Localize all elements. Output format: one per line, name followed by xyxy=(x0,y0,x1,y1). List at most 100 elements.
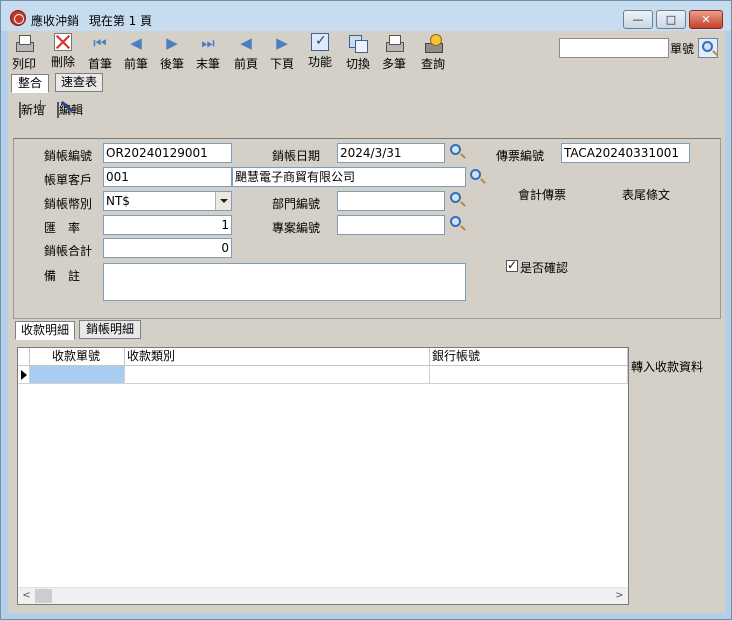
currency-label: 銷帳幣別 xyxy=(44,197,93,211)
next-page-label: 下頁 xyxy=(270,57,295,71)
customer-label: 帳單客戶 xyxy=(44,173,93,187)
edit-button[interactable]: 編輯 xyxy=(57,101,83,118)
column-header-bank-account[interactable]: 銀行帳號 xyxy=(430,348,628,366)
prev-page-button[interactable]: ◀ 前頁 xyxy=(234,33,258,72)
exchange-rate-label: 匯 率 xyxy=(44,221,81,235)
customer-lookup-icon[interactable] xyxy=(470,169,481,180)
prev-page-label: 前頁 xyxy=(234,57,259,71)
page-indicator: 現在第 1 頁 xyxy=(88,14,153,28)
writeoff-date-field[interactable]: 2024/3/31 xyxy=(337,143,445,163)
query-button[interactable]: 查詢 xyxy=(421,33,445,72)
date-lookup-icon[interactable] xyxy=(450,144,461,155)
voucher-no-field[interactable]: TACA20240331001 xyxy=(561,143,690,163)
next-page-button[interactable]: ▶ 下頁 xyxy=(270,33,294,72)
query-icon xyxy=(423,33,443,53)
switch-icon xyxy=(348,33,368,53)
print-label: 列印 xyxy=(12,57,37,71)
function-icon xyxy=(311,33,329,51)
last-record-icon: ⏭ xyxy=(201,34,215,52)
minimize-button[interactable]: — xyxy=(623,10,653,29)
delete-label: 刪除 xyxy=(51,55,76,69)
search-label: 單號 xyxy=(670,42,695,56)
first-record-icon: ⏮ xyxy=(93,34,107,52)
current-row-icon xyxy=(21,370,27,380)
accounting-voucher-link[interactable]: 會計傳票 xyxy=(518,186,566,203)
last-record-label: 末筆 xyxy=(196,57,221,71)
customer-code-field[interactable]: 001 xyxy=(103,167,232,187)
grid-cell-bank-account[interactable] xyxy=(430,366,628,384)
department-label: 部門編號 xyxy=(272,197,321,211)
delete-icon xyxy=(54,33,72,51)
chevron-down-icon[interactable] xyxy=(215,192,231,210)
close-button[interactable]: ✕ xyxy=(689,10,723,29)
project-lookup-icon[interactable] xyxy=(450,216,461,227)
currency-select[interactable]: NT$ xyxy=(103,191,232,211)
writeoff-no-field[interactable]: OR20240129001 xyxy=(103,143,232,163)
next-record-button[interactable]: ▶ 後筆 xyxy=(160,33,184,72)
scroll-left-icon[interactable]: < xyxy=(18,588,35,604)
tab-receipt-details[interactable]: 收款明細 xyxy=(15,321,75,340)
footer-text-link[interactable]: 表尾條文 xyxy=(622,186,670,203)
prev-page-icon: ◀ xyxy=(240,34,252,52)
multi-record-icon xyxy=(384,33,404,53)
scroll-thumb[interactable] xyxy=(35,589,52,603)
scroll-right-icon[interactable]: > xyxy=(611,588,628,604)
function-label: 功能 xyxy=(308,55,333,69)
memo-field[interactable] xyxy=(103,263,466,301)
multi-record-label: 多筆 xyxy=(382,57,407,71)
receipt-grid[interactable]: 收款單號 收款類別 銀行帳號 < > xyxy=(17,347,629,605)
voucher-no-label: 傳票編號 xyxy=(496,149,545,163)
import-receipts-button[interactable]: 轉入收款資料 xyxy=(631,358,703,375)
magnifier-icon xyxy=(702,41,713,52)
client-area: 列印 刪除 ⏮ 首筆 ◀ 前筆 ▶ 後筆 ⏭ 末筆 ◀ 前頁 ▶ 下頁 ✓ 功能… xyxy=(8,31,725,613)
grid-corner xyxy=(18,348,30,366)
minimize-icon: — xyxy=(632,13,644,26)
tab-writeoff-details[interactable]: 銷帳明細 xyxy=(79,320,141,339)
switch-label: 切換 xyxy=(346,57,371,71)
memo-label: 備 註 xyxy=(44,269,81,283)
maximize-icon: □ xyxy=(665,13,677,26)
search-input[interactable] xyxy=(559,38,669,58)
window-title: 應收沖銷 現在第 1 頁 xyxy=(31,12,158,29)
next-record-label: 後筆 xyxy=(160,57,185,71)
query-label: 查詢 xyxy=(421,57,446,71)
switch-button[interactable]: 切換 xyxy=(346,33,370,72)
printer-icon xyxy=(14,33,34,53)
confirmed-label: 是否確認 xyxy=(520,261,569,275)
delete-button[interactable]: 刪除 xyxy=(51,33,75,70)
print-button[interactable]: 列印 xyxy=(12,33,36,72)
prev-record-button[interactable]: ◀ 前筆 xyxy=(124,33,148,72)
add-button[interactable]: 新增 xyxy=(19,101,45,118)
grid-cell-receipt-type[interactable] xyxy=(125,366,430,384)
writeoff-no-label: 銷帳編號 xyxy=(44,149,93,163)
form-panel: 銷帳編號 OR20240129001 銷帳日期 2024/3/31 傳票編號 T… xyxy=(13,138,721,319)
project-label: 專案編號 xyxy=(272,221,321,235)
maximize-button[interactable]: □ xyxy=(656,10,686,29)
search-button[interactable] xyxy=(698,38,718,58)
department-field[interactable] xyxy=(337,191,445,211)
first-record-button[interactable]: ⏮ 首筆 xyxy=(88,33,112,72)
app-icon xyxy=(10,10,26,26)
confirmed-checkbox[interactable] xyxy=(506,258,518,272)
project-field[interactable] xyxy=(337,215,445,235)
tab-quick-lookup[interactable]: 速查表 xyxy=(55,73,103,92)
column-header-receipt-no[interactable]: 收款單號 xyxy=(30,348,125,366)
writeoff-date-label: 銷帳日期 xyxy=(272,149,321,163)
app-window: 應收沖銷 現在第 1 頁 — □ ✕ 列印 刪除 ⏮ 首筆 ◀ 前筆 ▶ 後筆 … xyxy=(0,0,732,620)
exchange-rate-field[interactable]: 1 xyxy=(103,215,232,235)
column-header-receipt-type[interactable]: 收款類別 xyxy=(125,348,430,366)
customer-name-field[interactable]: 颶慧電子商貿有限公司 xyxy=(232,167,466,187)
multi-record-button[interactable]: 多筆 xyxy=(382,33,406,72)
writeoff-total-field[interactable]: 0 xyxy=(103,238,232,258)
currency-value: NT$ xyxy=(106,194,130,208)
department-lookup-icon[interactable] xyxy=(450,192,461,203)
tab-integrated[interactable]: 整合 xyxy=(11,74,49,93)
close-icon: ✕ xyxy=(701,13,711,26)
last-record-button[interactable]: ⏭ 末筆 xyxy=(196,33,220,72)
prev-record-icon: ◀ xyxy=(130,34,142,52)
horizontal-scrollbar[interactable]: < > xyxy=(18,587,628,604)
function-button[interactable]: 功能 xyxy=(308,33,332,70)
prev-record-label: 前筆 xyxy=(124,57,149,71)
grid-cell-receipt-no[interactable] xyxy=(30,366,125,384)
writeoff-total-label: 銷帳合計 xyxy=(44,244,93,258)
